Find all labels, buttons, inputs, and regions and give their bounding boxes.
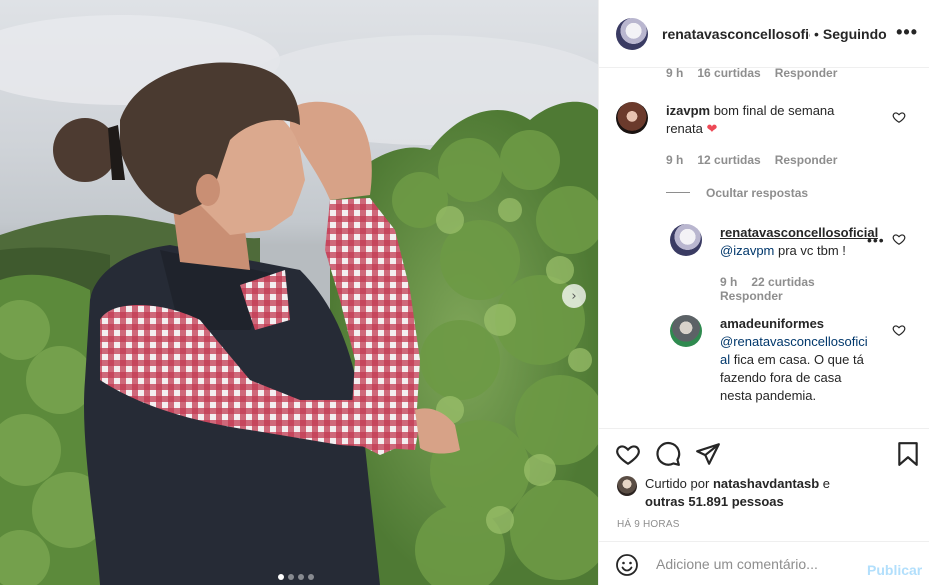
avatar[interactable]	[616, 17, 648, 50]
paper-plane-icon[interactable]	[695, 441, 721, 467]
comment-meta: 9 h 16 curtidas Responder	[666, 68, 851, 80]
comment-likes-count[interactable]: 12 curtidas	[697, 153, 760, 167]
reply-body: fazendo fora de casa	[720, 370, 842, 385]
comments-list[interactable]: 9 h 16 curtidas Responder izavpm bom final…	[599, 68, 929, 428]
more-options-icon[interactable]: •••	[896, 22, 918, 43]
avatar[interactable]	[670, 315, 702, 347]
header-separator: •	[814, 25, 819, 42]
mention-link-continued[interactable]: al	[720, 352, 730, 367]
reply-button[interactable]: Responder	[720, 289, 783, 303]
post-side-panel: renatavasconcellosoficial • Seguindo •••…	[598, 0, 929, 585]
liked-by-joiner: e	[822, 476, 830, 491]
red-heart-emoji: ❤	[706, 121, 718, 136]
reply-username[interactable]: amadeuniformes	[720, 316, 824, 331]
comment-text-block: izavpm bom final de semana renata ❤	[666, 102, 866, 138]
following-button[interactable]: Seguindo	[823, 26, 887, 42]
reply-body: nesta pandemia.	[720, 388, 817, 403]
add-comment-bar: Publicar	[599, 541, 929, 585]
carousel-dot	[298, 574, 304, 580]
heart-outline-icon[interactable]	[892, 110, 906, 124]
liked-by-summary: Curtido por natashavdantasb e outras 51.…	[617, 475, 830, 511]
reply-likes-count[interactable]: 22 curtidas	[751, 275, 814, 289]
photo-illustration	[0, 15, 598, 585]
chevron-right-icon: ›	[571, 288, 577, 304]
carousel-dot	[288, 574, 294, 580]
liked-by-user[interactable]: natashavdantasb	[713, 476, 819, 491]
more-options-icon[interactable]: •••	[867, 232, 885, 248]
comment-bubble-icon[interactable]	[655, 441, 681, 467]
emoji-icon[interactable]	[615, 553, 639, 577]
next-photo-button[interactable]: ›	[562, 284, 586, 308]
comment-input[interactable]	[656, 554, 856, 574]
hide-replies-button[interactable]: Ocultar respostas	[706, 186, 808, 200]
avatar[interactable]	[617, 476, 637, 496]
heart-outline-icon[interactable]	[892, 232, 906, 246]
avatar[interactable]	[670, 224, 702, 256]
reply-body: fica em casa. O que tá	[733, 352, 864, 367]
reply-text-block: renatavasconcellosoficial @izavpm pra vc…	[720, 224, 880, 260]
comment-username[interactable]: izavpm	[666, 103, 710, 118]
post-photo[interactable]: ›	[0, 0, 598, 585]
comment-meta: 9 h 12 curtidas Responder	[666, 153, 851, 167]
heart-outline-icon[interactable]	[615, 441, 641, 467]
reply-username[interactable]: renatavasconcellosoficial	[720, 225, 878, 240]
reply-body: pra vc tbm !	[778, 243, 846, 258]
reply-button[interactable]: Responder	[775, 68, 838, 80]
reply-text-block: amadeuniformes @renatavasconcellosofici …	[720, 315, 880, 405]
liked-by-others[interactable]: outras 51.891 pessoas	[645, 494, 784, 509]
post-author-username[interactable]: renatavasconcellosoficial	[662, 26, 810, 42]
replies-divider	[666, 192, 690, 193]
post-header: renatavasconcellosoficial • Seguindo •••	[599, 0, 929, 68]
reply-button[interactable]: Responder	[775, 153, 838, 167]
avatar[interactable]	[616, 102, 648, 134]
mention-link[interactable]: @renatavasconcellosofici	[720, 333, 880, 351]
mention-link[interactable]: @izavpm	[720, 243, 774, 258]
heart-outline-icon[interactable]	[892, 323, 906, 337]
carousel-dot	[278, 574, 284, 580]
comment-time: 9 h	[666, 68, 684, 80]
comment-time: 9 h	[666, 153, 684, 167]
liked-by-prefix: Curtido por	[645, 476, 710, 491]
bookmark-icon[interactable]	[895, 441, 921, 467]
post-actions: Curtido por natashavdantasb e outras 51.…	[599, 428, 929, 585]
publish-button[interactable]: Publicar	[867, 562, 922, 578]
comment-likes-count[interactable]: 16 curtidas	[697, 68, 760, 80]
post-timestamp[interactable]: HÁ 9 HORAS	[617, 519, 680, 530]
reply-time: 9 h	[720, 275, 738, 289]
reply-meta: 9 h 22 curtidas	[720, 275, 829, 289]
carousel-indicator	[278, 574, 314, 580]
carousel-dot	[308, 574, 314, 580]
